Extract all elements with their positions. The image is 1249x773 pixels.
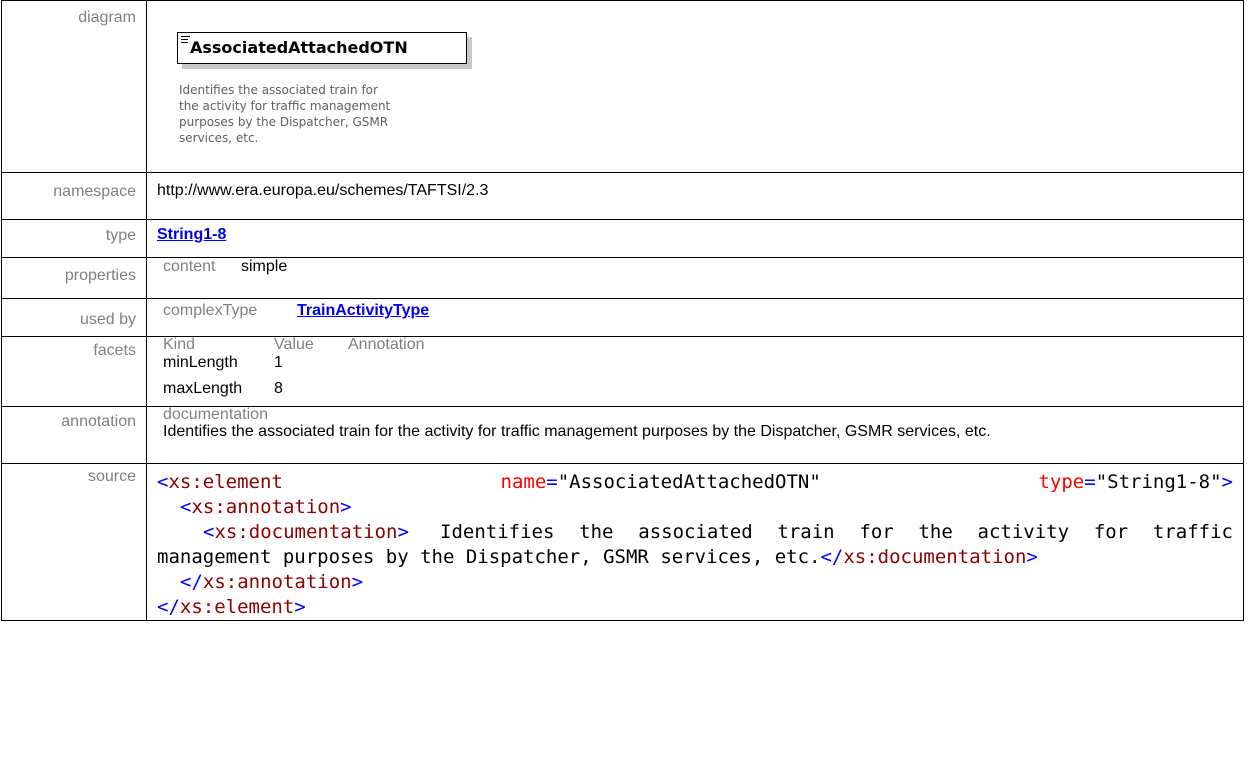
properties-row: properties content simple <box>1 257 1244 299</box>
element-name: AssociatedAttachedOTN <box>190 38 408 57</box>
properties-label: properties <box>1 257 147 299</box>
src-element-close: xs:element <box>179 596 295 618</box>
type-label: type <box>1 219 147 258</box>
src-documentation-close: xs:documentation <box>843 546 1027 568</box>
facet-value: 8 <box>274 380 283 397</box>
property-key: content <box>163 258 216 275</box>
src-type-value: "String1-8" <box>1095 471 1222 493</box>
schema-doc-table: diagram AssociatedAttachedOTN Identifies… <box>1 0 1244 621</box>
used-by-row: used by complexType TrainActivityType <box>1 298 1244 337</box>
facet-col-annotation: Annotation <box>348 336 425 353</box>
element-list-icon <box>181 36 190 44</box>
facets-label: facets <box>1 336 147 407</box>
namespace-label: namespace <box>1 172 147 220</box>
element-box[interactable]: AssociatedAttachedOTN <box>177 32 467 64</box>
facet-col-value: Value <box>274 336 314 353</box>
facet-value: 1 <box>274 354 283 371</box>
used-by-kind: complexType <box>163 302 258 319</box>
annotation-kind: documentation <box>163 406 268 423</box>
annotation-row: annotation documentation Identifies the … <box>1 406 1244 464</box>
src-attr-type: type <box>1038 471 1085 493</box>
namespace-row: namespace http://www.era.europa.eu/schem… <box>1 172 1244 220</box>
property-value: simple <box>241 258 288 275</box>
annotation-label: annotation <box>1 406 147 464</box>
src-documentation-tag: xs:documentation <box>214 521 398 543</box>
facet-col-kind: Kind <box>163 336 196 353</box>
src-annotation-close: xs:annotation <box>202 571 352 593</box>
namespace-value: http://www.era.europa.eu/schemes/TAFTSI/… <box>146 172 1244 220</box>
src-attr-name: name <box>500 471 547 493</box>
src-element-tag: xs:element <box>168 471 283 493</box>
diagram-row: diagram AssociatedAttachedOTN Identifies… <box>1 0 1244 173</box>
used-by-label: used by <box>1 298 147 337</box>
diagram-label: diagram <box>1 0 147 173</box>
source-row: source <xs:element name="AssociatedAttac… <box>1 463 1244 621</box>
facets-header: Kind Value Annotation <box>147 337 1243 353</box>
type-link[interactable]: String1-8 <box>157 226 226 243</box>
facet-kind: maxLength <box>163 380 243 397</box>
facet-row: minLength 1 <box>147 353 1243 379</box>
src-attr-value: "AssociatedAttachedOTN" <box>557 471 821 493</box>
facet-row: maxLength 8 <box>147 379 1243 405</box>
used-by-link[interactable]: TrainActivityType <box>297 302 429 320</box>
annotation-text: Identifies the associated train for the … <box>163 423 991 440</box>
source-label: source <box>1 463 147 621</box>
element-diagram: AssociatedAttachedOTN Identifies the ass… <box>147 1 1243 172</box>
facets-row: facets Kind Value Annotation minLength 1… <box>1 336 1244 407</box>
type-row: type String1-8 <box>1 219 1244 258</box>
source-code: <xs:element name="AssociatedAttachedOTN"… <box>157 471 1233 618</box>
element-description: Identifies the associated train for the … <box>179 83 391 145</box>
facet-kind: minLength <box>163 354 238 371</box>
src-annotation-tag: xs:annotation <box>191 496 341 518</box>
